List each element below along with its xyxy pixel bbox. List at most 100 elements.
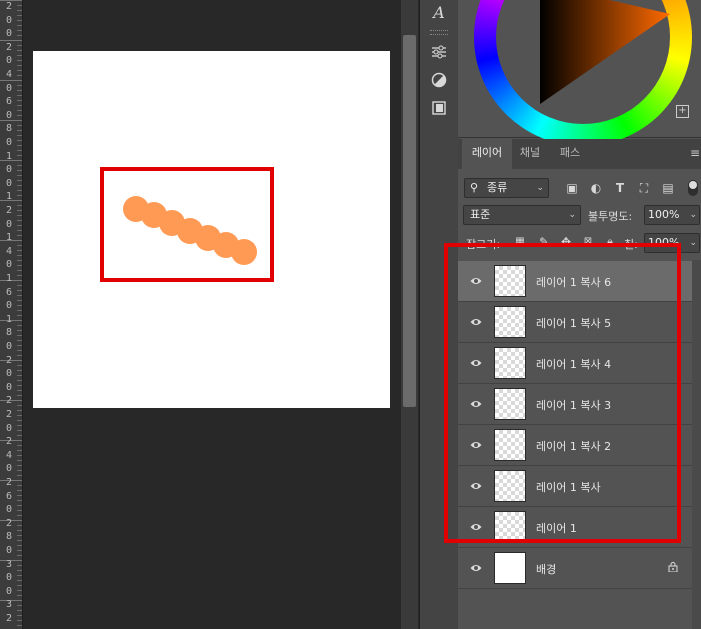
ruler-digit: 0 xyxy=(6,55,13,67)
ruler-tick xyxy=(17,170,22,171)
layer-filter-select[interactable]: ⚲ 종류 ⌄ xyxy=(464,178,549,198)
ruler-tick xyxy=(17,125,22,126)
ruler-tick xyxy=(17,515,22,516)
ruler-tick xyxy=(17,345,22,346)
ruler-tick xyxy=(17,605,22,606)
ruler-tick xyxy=(17,25,22,26)
ruler-digit: 0 xyxy=(6,572,13,584)
ruler-digit: 0 xyxy=(6,545,13,556)
filter-toggle[interactable] xyxy=(688,180,698,196)
ruler-digit: 0 xyxy=(6,109,13,121)
ruler-digit: 1 xyxy=(6,313,13,325)
ruler-digit: 3 xyxy=(6,599,13,611)
ruler-digit: 0 xyxy=(6,14,13,26)
ruler-tick xyxy=(17,585,22,586)
ruler-tick xyxy=(17,260,22,261)
ruler-tick xyxy=(17,45,22,46)
ruler-tick xyxy=(17,330,22,331)
panel-menu-icon[interactable]: ≡ xyxy=(690,146,700,160)
eye-icon[interactable] xyxy=(470,562,482,574)
ruler-tick xyxy=(17,490,22,491)
ruler-tick xyxy=(17,10,22,11)
ruler-tick xyxy=(17,405,22,406)
tab-layers[interactable]: 레이어 xyxy=(462,139,512,169)
ruler-tick xyxy=(17,615,22,616)
ruler-digit: 2 xyxy=(6,409,13,420)
ruler-digit: 0 xyxy=(6,504,13,516)
ruler-digit: 2 xyxy=(6,41,13,53)
ruler-digit: 2 xyxy=(6,436,13,448)
ruler-tick xyxy=(17,235,22,236)
ruler-tick xyxy=(17,365,22,366)
filter-type-icon[interactable]: T xyxy=(612,180,628,196)
ruler-digit: 2 xyxy=(6,613,13,624)
libraries-icon[interactable] xyxy=(427,96,451,120)
chevron-down-icon: ⌄ xyxy=(689,210,697,220)
color-triangle[interactable] xyxy=(540,0,670,104)
ruler-tick xyxy=(0,80,22,81)
layers-panel-tabs: 레이어 채널 패스 xyxy=(458,139,701,169)
ruler-tick xyxy=(17,65,22,66)
ruler-tick xyxy=(17,500,22,501)
ruler-tick xyxy=(17,410,22,411)
opacity-input[interactable]: 100% ⌄ xyxy=(644,205,700,225)
ruler-tick xyxy=(17,505,22,506)
ruler-tick xyxy=(17,220,22,221)
tab-channels[interactable]: 채널 xyxy=(512,139,548,169)
ruler-tick xyxy=(17,245,22,246)
ruler-tick xyxy=(17,305,22,306)
ruler-tick xyxy=(17,350,22,351)
ruler-tick xyxy=(17,535,22,536)
add-swatch-icon[interactable]: + xyxy=(676,105,689,118)
ruler-tick xyxy=(17,590,22,591)
ruler-digit: 0 xyxy=(6,28,13,40)
ruler-digit: 6 xyxy=(6,96,13,108)
highlight-box-layers xyxy=(444,243,681,543)
adjustments-icon[interactable] xyxy=(427,40,451,64)
ruler-tick xyxy=(17,130,22,131)
layer-name[interactable]: 배경 xyxy=(536,561,556,577)
ruler-digit: 2 xyxy=(6,1,13,12)
ruler-tick xyxy=(17,465,22,466)
ruler-tick xyxy=(17,285,22,286)
ruler-tick xyxy=(17,250,22,251)
ruler-tick xyxy=(17,165,22,166)
ruler-tick xyxy=(17,110,22,111)
ruler-tick xyxy=(17,390,22,391)
ruler-tick xyxy=(17,595,22,596)
ruler-tick xyxy=(17,300,22,301)
blend-mode-value: 표준 xyxy=(470,208,491,221)
ruler-tick xyxy=(17,485,22,486)
toolbar-grip[interactable] xyxy=(430,30,448,35)
filter-shape-icon[interactable]: ⛶ xyxy=(636,180,652,196)
layers-scrollbar[interactable] xyxy=(692,260,701,629)
filter-smart-object-icon[interactable]: ▤ xyxy=(660,180,676,196)
ruler-tick xyxy=(17,15,22,16)
ruler-tick xyxy=(17,155,22,156)
layer-thumbnail[interactable] xyxy=(494,552,526,584)
ruler-tick xyxy=(17,140,22,141)
canvas-scroll-thumb[interactable] xyxy=(403,35,416,407)
tab-paths[interactable]: 패스 xyxy=(550,139,590,169)
styles-icon[interactable] xyxy=(427,68,451,92)
ruler-tick xyxy=(17,545,22,546)
type-tool-icon[interactable]: A xyxy=(427,0,451,24)
ruler-tick xyxy=(17,455,22,456)
ruler-digit: 2 xyxy=(6,477,13,488)
ruler-tick xyxy=(17,555,22,556)
ruler-tick xyxy=(17,100,22,101)
ruler-tick xyxy=(17,195,22,196)
ruler-digit: 0 xyxy=(6,368,13,380)
filter-pixel-icon[interactable]: ▣ xyxy=(564,180,580,196)
ruler-digit: 6 xyxy=(6,490,13,502)
ruler-digit: 0 xyxy=(6,422,13,434)
blend-mode-select[interactable]: 표준 ⌄ xyxy=(463,205,581,225)
layer-row[interactable]: 배경 xyxy=(458,548,692,589)
ruler-tick xyxy=(17,395,22,396)
ruler-tick xyxy=(17,90,22,91)
ruler-tick xyxy=(17,380,22,381)
ruler-digit: 0 xyxy=(6,463,13,475)
ruler-tick xyxy=(17,460,22,461)
filter-adjustment-icon[interactable]: ◐ xyxy=(588,180,604,196)
ruler-digit: 2 xyxy=(6,205,13,216)
